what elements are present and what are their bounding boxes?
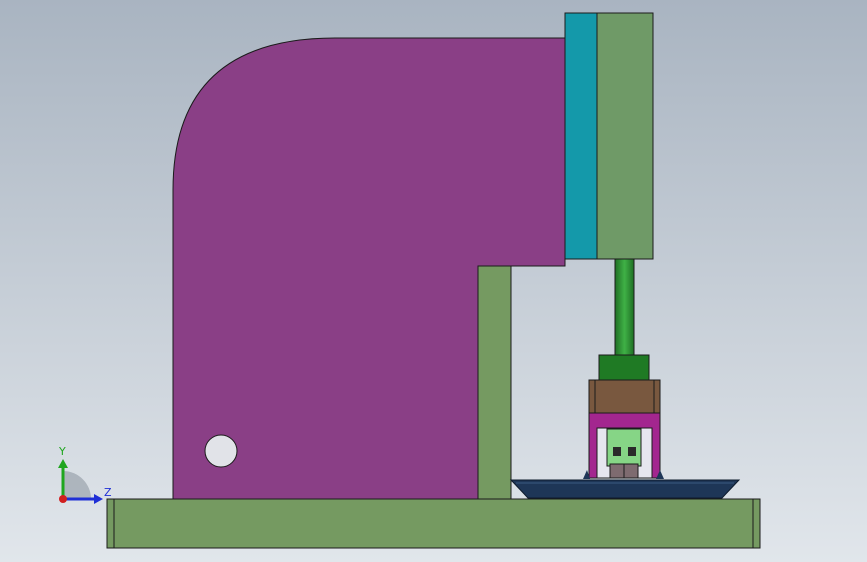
ram-head[interactable] — [598, 354, 650, 382]
piston-rod[interactable] — [614, 258, 635, 357]
support-column[interactable] — [477, 265, 512, 500]
cylinder-flange[interactable] — [564, 12, 598, 260]
axis-origin — [59, 495, 67, 503]
die-post-left[interactable] — [609, 463, 625, 479]
base-plate[interactable] — [106, 498, 761, 549]
cylinder-body[interactable] — [596, 12, 654, 260]
z-axis-label: Z — [104, 486, 112, 499]
die-post-right[interactable] — [623, 463, 639, 479]
frame-hole[interactable] — [204, 434, 238, 468]
die-slot-right — [628, 447, 636, 456]
model-view[interactable]: Y Z — [0, 0, 867, 562]
graphics-viewport[interactable]: Y Z — [0, 0, 867, 562]
y-axis-label: Y — [58, 445, 66, 458]
die-slot-left — [613, 447, 621, 456]
tool-holder[interactable] — [588, 379, 661, 414]
